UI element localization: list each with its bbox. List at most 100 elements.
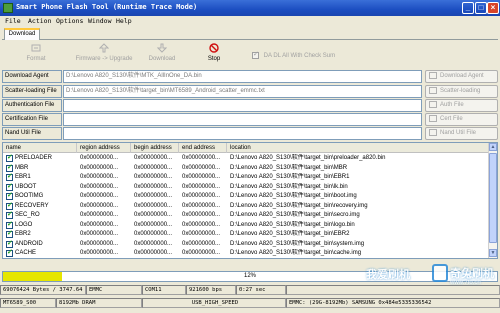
cell-region: 0x00000000... [80, 174, 119, 180]
format-label: Format [26, 56, 46, 62]
cell-region: 0x00000000... [80, 164, 119, 171]
cell-name: ANDROID [15, 240, 43, 247]
table-row[interactable]: BOOTIMG 0x00000000... 0x00000000... 0x00000… [3, 191, 489, 201]
nand-util-file-field[interactable] [63, 127, 422, 140]
menu-bar: File Action Options Window Help [0, 16, 500, 27]
scroll-up-arrow-icon[interactable]: ▲ [489, 143, 497, 151]
row-checkbox[interactable] [6, 248, 13, 257]
cell-name: CACHE [15, 250, 37, 256]
cell-begin: 0x00000000... [134, 250, 173, 256]
format-button[interactable]: Format [6, 43, 66, 62]
download-agent-button-label: Download Agent [440, 73, 484, 79]
stop-button[interactable]: Stop [194, 43, 234, 62]
title-bar: Smart Phone Flash Tool (Runtime Trace Mo… [0, 0, 500, 16]
authentication-file-field[interactable] [63, 99, 422, 112]
menu-options[interactable]: Options [56, 17, 83, 25]
status-chip: MT6589_S00 [0, 298, 56, 308]
status-storage-type: EMMC [86, 285, 142, 295]
scroll-down-arrow-icon[interactable]: ▼ [489, 249, 497, 257]
row-checkbox[interactable] [6, 182, 13, 191]
row-checkbox[interactable] [6, 163, 13, 172]
cell-begin: 0x00000000... [134, 174, 173, 180]
download-agent-field[interactable]: D:\Lenovo A820_S130\软件\MTK_AllInOne_DA.b… [63, 70, 422, 83]
table-row[interactable]: EBR2 0x00000000... 0x00000000... 0x00000000… [3, 229, 489, 239]
table-row[interactable]: LOGO 0x00000000... 0x00000000... 0x00000000… [3, 220, 489, 230]
flash-tool-window: Smart Phone Flash Tool (Runtime Trace Mo… [0, 0, 500, 313]
menu-help[interactable]: Help [116, 17, 132, 25]
cell-region: 0x00000000... [80, 202, 119, 209]
scatter-loading-field[interactable]: D:\Lenovo A820_S130\软件\target_bin\MT6589… [63, 85, 422, 98]
folder-icon [429, 114, 437, 122]
column-header-begin-address[interactable]: begin address [131, 143, 179, 153]
cell-name: SEC_RO [15, 212, 40, 218]
scatter-loading-button[interactable]: Scatter-loading [425, 85, 498, 98]
status-com-port: COM11 [142, 285, 186, 295]
folder-icon [429, 86, 437, 94]
download-label: Download [148, 56, 176, 62]
row-checkbox[interactable] [6, 210, 13, 219]
auth-file-button[interactable]: Auth File [425, 99, 498, 112]
row-checkbox[interactable] [6, 201, 13, 210]
table-row[interactable]: RECOVERY 0x00000000... 0x00000000... 0x0000… [3, 201, 489, 211]
cert-file-button-label: Cert File [440, 116, 463, 122]
table-row[interactable]: UBOOT 0x00000000... 0x00000000... 0x0000000… [3, 182, 489, 192]
cell-name: MBR [15, 164, 29, 171]
watermark-logo-icon [432, 264, 448, 282]
menu-action[interactable]: Action [28, 17, 51, 25]
scroll-thumb[interactable] [489, 153, 497, 243]
column-header-region-address[interactable]: region address [77, 143, 131, 153]
column-header-end-address[interactable]: end address [179, 143, 227, 153]
table-header: name region address begin address end ad… [3, 143, 489, 153]
cell-end: 0x00000000... [182, 240, 221, 247]
menu-window[interactable]: Window [88, 17, 111, 25]
table-row[interactable]: MBR 0x00000000... 0x00000000... 0x00000000.… [3, 163, 489, 173]
row-checkbox[interactable] [6, 153, 13, 162]
status-transfer-rate: 69076424 Bytes / 3747.64 KBps [0, 285, 86, 295]
rom-table: name region address begin address end ad… [2, 142, 498, 259]
certification-file-field[interactable] [63, 113, 422, 126]
cell-end: 0x00000000... [182, 155, 221, 161]
tab-download[interactable]: Download [4, 28, 40, 40]
tab-row: Download [2, 28, 498, 40]
scatter-loading-button-label: Scatter-loading [440, 88, 481, 94]
download-button[interactable]: Download [132, 43, 192, 62]
table-row[interactable]: SEC_RO 0x00000000... 0x00000000... 0x000000… [3, 210, 489, 220]
status-baud-rate: 921600 bps [186, 285, 236, 295]
nand-util-file-button[interactable]: Nand Util File [425, 127, 498, 140]
row-checkbox[interactable] [6, 239, 13, 248]
toolbar: Format Firmware -> Upgrade Download Stop… [2, 41, 498, 70]
cell-begin: 0x00000000... [134, 202, 173, 209]
cell-name: PRELOADER [15, 155, 53, 161]
close-button[interactable]: × [487, 2, 499, 14]
table-row[interactable]: CACHE 0x00000000... 0x00000000... 0x0000000… [3, 248, 489, 258]
column-header-location[interactable]: location [227, 143, 489, 153]
table-row[interactable]: PRELOADER 0x00000000... 0x00000000... 0x000… [3, 153, 489, 163]
cell-name: EBR1 [15, 174, 31, 180]
cell-end: 0x00000000... [182, 212, 221, 218]
table-vertical-scrollbar[interactable]: ▲ ▼ [488, 143, 497, 258]
table-row[interactable]: ANDROID 0x00000000... 0x00000000... 0x00000… [3, 239, 489, 249]
row-checkbox[interactable] [6, 220, 13, 229]
firmware-upgrade-button[interactable]: Firmware -> Upgrade [68, 43, 140, 62]
status-dram: 8192Mb DRAM [56, 298, 142, 308]
cert-file-button[interactable]: Cert File [425, 113, 498, 126]
download-agent-button[interactable]: Download Agent [425, 70, 498, 83]
folder-icon [429, 71, 437, 79]
menu-file[interactable]: File [5, 17, 21, 25]
download-agent-row: Download Agent D:\Lenovo A820_S130\软件\MT… [2, 70, 498, 83]
cell-location: D:\Lenovo A820_S130\软件\target_bin\system… [230, 240, 365, 247]
cell-end: 0x00000000... [182, 231, 221, 237]
cell-begin: 0x00000000... [134, 155, 173, 161]
maximize-button[interactable]: □ [475, 2, 487, 14]
row-checkbox[interactable] [6, 191, 13, 200]
minimize-button[interactable]: _ [462, 2, 474, 14]
column-header-name[interactable]: name [3, 143, 77, 153]
status-usb-speed: USB_HIGH_SPEED [142, 298, 286, 308]
cell-location: D:\Lenovo A820_S130\软件\target_bin\secro.… [230, 212, 360, 218]
row-checkbox[interactable] [6, 172, 13, 181]
status-elapsed-time: 0:27 sec [236, 285, 286, 295]
row-checkbox[interactable] [6, 229, 13, 238]
table-row[interactable]: EBR1 0x00000000... 0x00000000... 0x00000000… [3, 172, 489, 182]
cell-region: 0x00000000... [80, 250, 119, 256]
checksum-checkbox[interactable]: DA DL All With Check Sum [252, 50, 335, 59]
